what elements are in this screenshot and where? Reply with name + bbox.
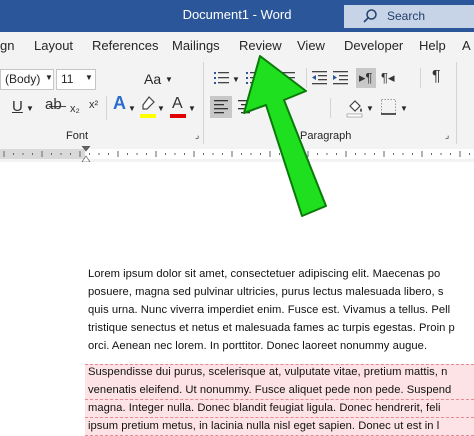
annotation-arrow (243, 55, 327, 217)
arrow-icon (243, 55, 327, 217)
